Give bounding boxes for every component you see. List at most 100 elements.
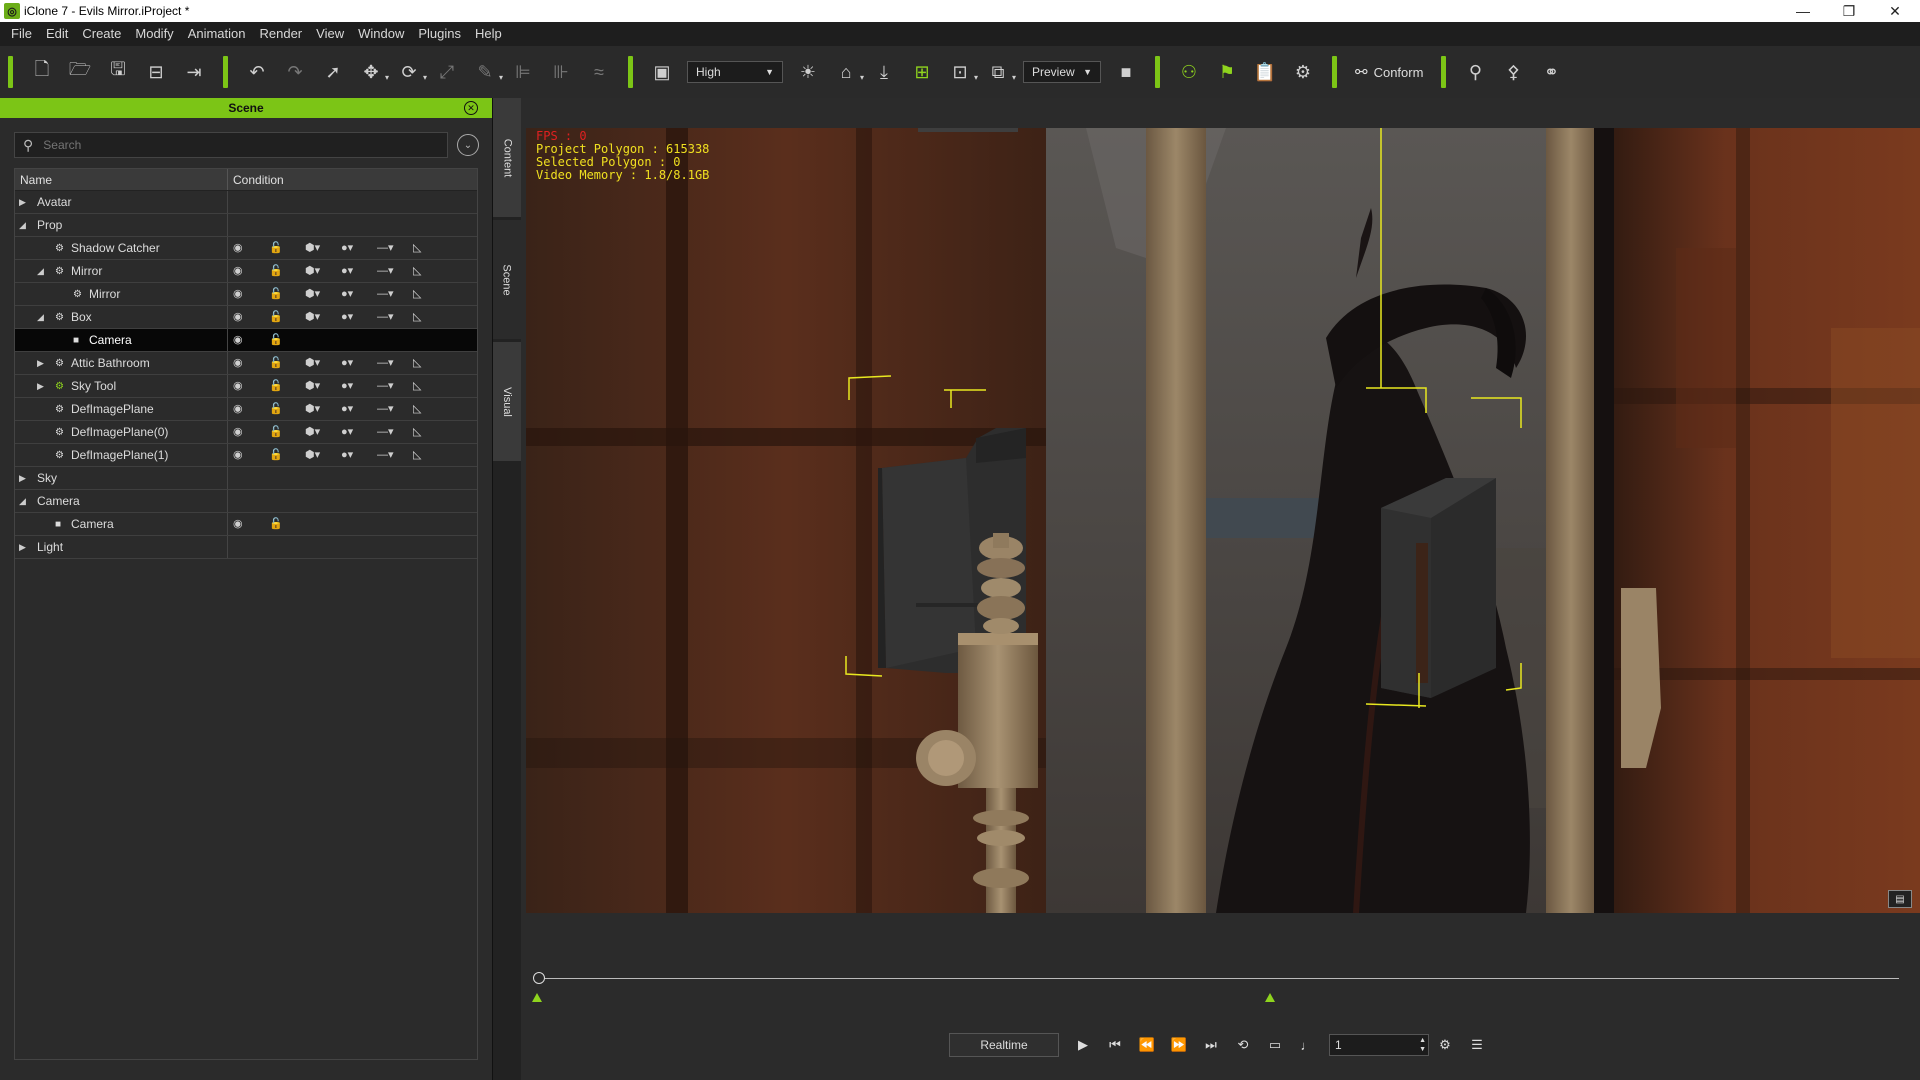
shadow-icon[interactable]: ●▾ [341, 283, 377, 306]
tree-row[interactable]: ⚙ DefImagePlane ◉ 🔓 ⬢▾ ●▾ —▾ ◺ [15, 398, 477, 421]
playback-settings-icon[interactable]: ⚙ [1429, 1033, 1461, 1057]
menu-render[interactable]: Render [253, 22, 310, 46]
save-icon[interactable]: 🖫 [103, 57, 133, 87]
column-header-condition[interactable]: Condition [228, 169, 284, 190]
fit-view-icon[interactable]: ⊞ [907, 57, 937, 87]
expand-arrow-icon[interactable]: ▶ [37, 375, 44, 398]
loop-icon[interactable]: ⟲ [1227, 1033, 1259, 1057]
render-icon[interactable]: ⬢▾ [305, 444, 341, 467]
collapse-arrow-icon[interactable]: ◢ [37, 260, 44, 283]
frame-number-field[interactable]: 1 ▲ ▼ [1329, 1034, 1429, 1056]
lock-icon[interactable]: 🔓 [269, 260, 305, 283]
collision-icon[interactable]: ◺ [413, 375, 449, 398]
lock-icon[interactable]: 🔓 [269, 513, 305, 536]
filter-dropdown-icon[interactable]: ⌄ [457, 134, 479, 156]
render-icon[interactable]: ⬢▾ [305, 260, 341, 283]
hide-icon[interactable]: ≈ [584, 57, 614, 87]
collision-icon[interactable]: ◺ [413, 421, 449, 444]
line-icon[interactable]: —▾ [377, 444, 413, 467]
render-icon[interactable]: ⬢▾ [305, 421, 341, 444]
drop-to-floor-icon[interactable]: ⤓ [869, 57, 899, 87]
tree-row[interactable]: ⚙ Shadow Catcher ◉ 🔓 ⬢▾ ●▾ —▾ ◺ [15, 237, 477, 260]
shadow-icon[interactable]: ●▾ [341, 237, 377, 260]
viewport-layout-icon[interactable]: ▣ [647, 57, 677, 87]
tree-row[interactable]: ▶ Light [15, 536, 477, 559]
visibility-eye-icon[interactable]: ◉ [233, 375, 269, 398]
shadow-icon[interactable]: ●▾ [341, 375, 377, 398]
preview-select[interactable]: Preview ▼ [1023, 61, 1101, 83]
menu-create[interactable]: Create [75, 22, 128, 46]
tree-row[interactable]: ⚙ DefImagePlane(1) ◉ 🔓 ⬢▾ ●▾ —▾ ◺ [15, 444, 477, 467]
flag-icon[interactable]: ⚑ [1212, 57, 1242, 87]
menu-edit[interactable]: Edit [39, 22, 75, 46]
tree-row[interactable]: ◢ Camera [15, 490, 477, 513]
undo-icon[interactable]: ↶ [242, 57, 272, 87]
audio-icon[interactable]: ♩ [1291, 1033, 1323, 1057]
conform-button[interactable]: ⚯ Conform [1355, 63, 1423, 81]
character-pose-icon[interactable]: ⚇ [1174, 57, 1204, 87]
home-icon[interactable]: ⌂ ▾ [831, 57, 864, 87]
lock-icon[interactable]: 🔓 [269, 283, 305, 306]
range-start-marker[interactable] [532, 993, 542, 1002]
tab-visual[interactable]: Visual [493, 342, 521, 462]
line-icon[interactable]: —▾ [377, 237, 413, 260]
collision-icon[interactable]: ◺ [413, 352, 449, 375]
line-icon[interactable]: —▾ [377, 306, 413, 329]
expand-arrow-icon[interactable]: ▶ [37, 352, 44, 375]
visibility-eye-icon[interactable]: ◉ [233, 444, 269, 467]
timeline-playhead[interactable] [533, 972, 545, 984]
menu-animation[interactable]: Animation [181, 22, 253, 46]
import-icon[interactable]: ⊟ [141, 57, 171, 87]
menu-window[interactable]: Window [351, 22, 411, 46]
search-input[interactable] [43, 138, 424, 152]
expand-arrow-icon[interactable]: ▶ [19, 191, 26, 214]
visibility-eye-icon[interactable]: ◉ [233, 283, 269, 306]
scale-icon[interactable]: ⤢ [432, 57, 462, 87]
clipboard-icon[interactable]: 📋 [1250, 57, 1280, 87]
select-arrow-icon[interactable]: ➚ [318, 57, 348, 87]
line-icon[interactable]: —▾ [377, 283, 413, 306]
render-icon[interactable]: ⬢▾ [305, 398, 341, 421]
line-icon[interactable]: —▾ [377, 375, 413, 398]
tree-row[interactable]: ■ Camera ◉ 🔓 [15, 329, 477, 352]
go-to-end-icon[interactable]: ⏭ [1195, 1033, 1227, 1057]
menu-modify[interactable]: Modify [128, 22, 180, 46]
tree-row[interactable]: ▶ Avatar [15, 191, 477, 214]
shadow-icon[interactable]: ●▾ [341, 444, 377, 467]
close-button[interactable]: ✕ [1872, 0, 1918, 22]
quality-select[interactable]: High ▼ [687, 61, 783, 83]
export-icon[interactable]: ⇥ [179, 57, 209, 87]
restore-button[interactable]: ❐ [1826, 0, 1872, 22]
shadow-icon[interactable]: ●▾ [341, 421, 377, 444]
realtime-button[interactable]: Realtime [949, 1033, 1059, 1057]
minimize-button[interactable]: — [1780, 0, 1826, 22]
lock-icon[interactable]: 🔓 [269, 306, 305, 329]
collision-icon[interactable]: ◺ [413, 306, 449, 329]
tree-row[interactable]: ■ Camera ◉ 🔓 [15, 513, 477, 536]
expand-arrow-icon[interactable]: ▶ [19, 467, 26, 490]
visibility-eye-icon[interactable]: ◉ [233, 398, 269, 421]
tree-row[interactable]: ⚙ DefImagePlane(0) ◉ 🔓 ⬢▾ ●▾ —▾ ◺ [15, 421, 477, 444]
camera-record-icon[interactable]: ■ [1111, 57, 1141, 87]
tree-row[interactable]: ◢ Prop [15, 214, 477, 237]
close-panel-icon[interactable]: ✕ [464, 101, 478, 115]
tree-row[interactable]: ◢ ⚙ Mirror ◉ 🔓 ⬢▾ ●▾ —▾ ◺ [15, 260, 477, 283]
tree-row[interactable]: ▶ ⚙ Sky Tool ◉ 🔓 ⬢▾ ●▾ —▾ ◺ [15, 375, 477, 398]
shadow-icon[interactable]: ●▾ [341, 352, 377, 375]
lock-icon[interactable]: 🔓 [269, 398, 305, 421]
light-icon[interactable]: ☀ [793, 57, 823, 87]
play-icon[interactable]: ▶ [1067, 1033, 1099, 1057]
3d-viewport[interactable]: FPS : 0 Project Polygon : 615338 Selecte… [526, 128, 1920, 913]
render-icon[interactable]: ⬢▾ [305, 352, 341, 375]
search-box[interactable]: ⚲ [14, 132, 448, 158]
expand-arrow-icon[interactable]: ▶ [19, 536, 26, 559]
lock-icon[interactable]: 🔓 [269, 237, 305, 260]
visibility-eye-icon[interactable]: ◉ [233, 421, 269, 444]
step-back-icon[interactable]: ⏪ [1131, 1033, 1163, 1057]
collapse-arrow-icon[interactable]: ◢ [19, 490, 26, 513]
line-icon[interactable]: —▾ [377, 398, 413, 421]
group-icon[interactable]: ⚭ [1536, 57, 1566, 87]
tab-content[interactable]: Content [493, 98, 521, 218]
collapse-arrow-icon[interactable]: ◢ [37, 306, 44, 329]
visibility-eye-icon[interactable]: ◉ [233, 237, 269, 260]
